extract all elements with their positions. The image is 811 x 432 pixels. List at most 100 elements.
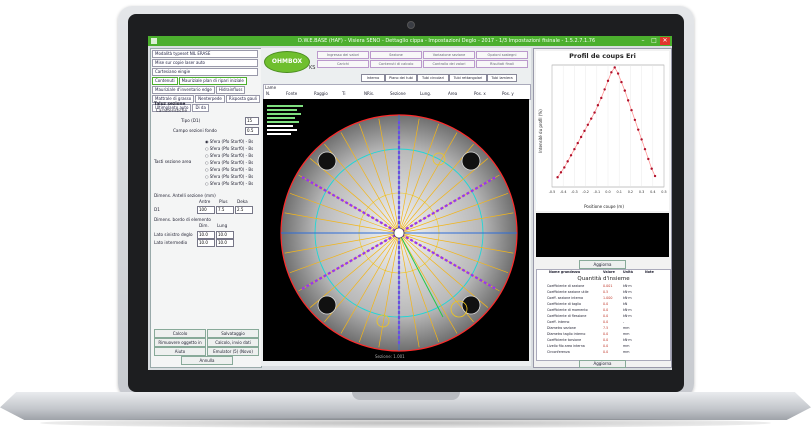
close-button[interactable]: ✕ (660, 37, 670, 45)
left-tab-4[interactable]: Contenuti (152, 77, 178, 85)
aiuto-button[interactable]: Aiuto (154, 347, 206, 356)
quantity-row[interactable]: Coefficiente sezione utile 0.5 kN·m (539, 290, 664, 295)
view-tab-piano[interactable]: Piano dei tubi (385, 74, 417, 82)
quantity-row[interactable]: Coefficiente torsione 0.0 kN·m (539, 338, 664, 343)
quantity-row[interactable]: Diametro sezione 7.5 mm (539, 326, 664, 331)
chart-x-tick: -0.5 (549, 190, 556, 194)
mesh-row-2-field-1[interactable]: 10.0 (197, 239, 215, 247)
center-point[interactable] (393, 227, 405, 239)
radio-option-1[interactable]: ◉ Sfera (Pfo Storf0) - Bs (205, 139, 253, 144)
annulla-button[interactable]: Annulla (181, 356, 233, 365)
anchor-hole-3[interactable] (317, 295, 337, 315)
mesh-header-1: Dim. (199, 223, 209, 228)
mesh-row-1-field-2[interactable]: 10.0 (216, 231, 234, 239)
table-col-9: Pos. x (474, 91, 486, 96)
dims-header-2: Plus (219, 199, 228, 204)
step-cell-3[interactable]: Variazione sezione (423, 51, 475, 59)
step-cell-7[interactable]: Controllo dei valori (423, 60, 475, 68)
tipo-field[interactable]: 15 (245, 117, 259, 125)
quantity-row-unit: - (623, 320, 625, 324)
dims-field-1[interactable]: 100 (197, 206, 215, 214)
quantity-row-name: Coeff. interno (547, 320, 570, 324)
section-plot[interactable]: Sezione: 1.001 (263, 99, 529, 361)
step-cell-5[interactable]: Carichi (317, 60, 369, 68)
quantity-row-name: Diametro sezione (547, 326, 576, 330)
table-refresh-button[interactable]: Aggiorna (579, 360, 626, 368)
mesh-header-2: Lung (217, 223, 228, 228)
quantity-row[interactable]: Coeff. interno 0.0 - (539, 320, 664, 325)
left-tab-5[interactable]: Mauriziale plan di ripari iniziale (178, 77, 247, 85)
emulator-button[interactable]: Emulator (5) (Novo) (207, 347, 259, 356)
maximize-button[interactable]: □ (649, 37, 659, 45)
chart-point (620, 80, 623, 84)
quantity-row-value: 0.0 (603, 302, 609, 306)
quantity-row-value: 0.0 (603, 308, 609, 312)
left-tab-3[interactable]: Cartesiano eingie (152, 68, 258, 76)
step-cell-2[interactable]: Sezione (370, 51, 422, 59)
quantity-row[interactable]: Coefficiente di momento 0.0 kN·m (539, 308, 664, 313)
table-col-2: Fonte (286, 91, 298, 96)
left-tab-2[interactable]: Mise sur copie laser auto (152, 59, 258, 67)
chart-point (586, 123, 590, 126)
step-cell-6[interactable]: Contenuti di calcolo (370, 60, 422, 68)
quantity-row[interactable]: Coeff. sezione interna 1.000 kN·m (539, 296, 664, 301)
radio-option-3[interactable]: ○ Sfera (Pfo Storf0) - Bs (205, 153, 253, 158)
radio-option-5[interactable]: ○ Sfera (Pfo Storf0) - Bs (205, 167, 253, 172)
campo-field[interactable]: 0.5 (245, 127, 259, 135)
chart-point (556, 176, 559, 179)
mesh-row-2-field-2[interactable]: 10.0 (216, 239, 234, 247)
table-col-3: Raggio (314, 91, 328, 96)
radio-option-7[interactable]: ○ Sfera (Pfo Storf0) - Bs (205, 181, 253, 186)
radio-option-4[interactable]: ○ Sfera (Pfo Storf0) - Bs (205, 160, 253, 165)
quantity-row[interactable]: Coefficiente di flessione 0.0 kN·m (539, 314, 664, 319)
chart-point (600, 96, 603, 100)
step-cell-8[interactable]: Risultati finali (476, 60, 528, 68)
chart-point (563, 166, 566, 169)
anchor-hole-2[interactable] (461, 151, 481, 171)
radio-option-2[interactable]: ○ Sfera (Pfo Storf0) - Bs (205, 146, 253, 151)
mesh-row-2-label: Lato intermedio (154, 240, 188, 245)
radio-option-6[interactable]: ○ Sfera (Pfo Storf0) - Bs (205, 174, 253, 179)
window-title: D.W.E.BASE (HAF) - Visiera SENO - Dettag… (298, 38, 596, 44)
anchor-hole-1[interactable] (317, 151, 337, 171)
left-tab-6[interactable]: Mauriziale d'inventario edge (152, 86, 215, 94)
chart-refresh-button[interactable]: Aggiorna (579, 260, 626, 269)
minimize-button[interactable]: – (638, 37, 648, 45)
calcolo-invio-button[interactable]: Calcolo, invio dati (207, 338, 259, 347)
chart-x-tick: 0.4 (650, 190, 655, 194)
quantity-row[interactable]: Livello filo area interna 0.0 mm (539, 344, 664, 349)
anchor-hole-4[interactable] (461, 295, 481, 315)
left-tab-9[interactable]: Nenterpede (195, 95, 225, 103)
view-tab-circolari[interactable]: Tubi circolari (417, 74, 449, 82)
step-cell-1[interactable]: Ingresso dei valori (317, 51, 369, 59)
chart-point (626, 99, 630, 102)
left-tab-1[interactable]: Modalità typeset NIL ERASE (152, 50, 258, 58)
dims-field-2[interactable]: 7.5 (216, 206, 234, 214)
quantity-row[interactable]: Circonferenza 0.0 mm (539, 350, 664, 355)
chart-x-ticks: -0.5 -0.4 -0.3 -0.2 -0.1 0.0 0.1 0.2 0.3 0.4 0.5 (549, 190, 667, 194)
quantity-row[interactable]: Diametro taglio interno 0.0 mm (539, 332, 664, 337)
left-tab-7[interactable]: Hidrainfluss (215, 86, 246, 94)
chart-point (576, 141, 579, 145)
quantity-row-name: Coefficiente torsione (547, 338, 582, 342)
calcolo-button[interactable]: Calcolo (154, 329, 206, 338)
view-tab-interno[interactable]: Interno (361, 74, 385, 82)
profile-chart-svg: -0.5 -0.4 -0.3 -0.2 -0.1 0.0 0.1 0.2 0.3 0.4 0.5 P… (538, 64, 667, 209)
mesh-row-1-field-1[interactable]: 10.0 (197, 231, 215, 239)
dims-field-3[interactable]: 2.5 (235, 206, 253, 214)
chart-point (653, 174, 657, 178)
laptop-shadow (40, 418, 771, 428)
view-tab-rettangolari[interactable]: Tubi rettangolari (449, 74, 487, 82)
radio-option-2-label: Sfera (Pfo Storf0) - Bs (209, 146, 254, 151)
quantity-row-value: 7.5 (603, 326, 609, 330)
chart-point (573, 147, 576, 151)
left-tab-12[interactable]: Di da (192, 104, 209, 112)
quantity-row[interactable]: Coefficiente di taglio 0.0 kN (539, 302, 664, 307)
view-tab-lamiera[interactable]: Tubi lamiera (487, 74, 517, 82)
quantity-row[interactable]: Coefficiente di sezione 0.001 kN·m (539, 284, 664, 289)
salvataggio-button[interactable]: Salvataggio (207, 329, 259, 338)
chart-x-tick: 0.3 (639, 190, 644, 194)
rimuovere-button[interactable]: Rimuovere oggetto in base (154, 338, 206, 352)
left-tab-10[interactable]: Risposta gauli (225, 95, 260, 103)
step-cell-4[interactable]: Opzioni sostegni (476, 51, 528, 59)
